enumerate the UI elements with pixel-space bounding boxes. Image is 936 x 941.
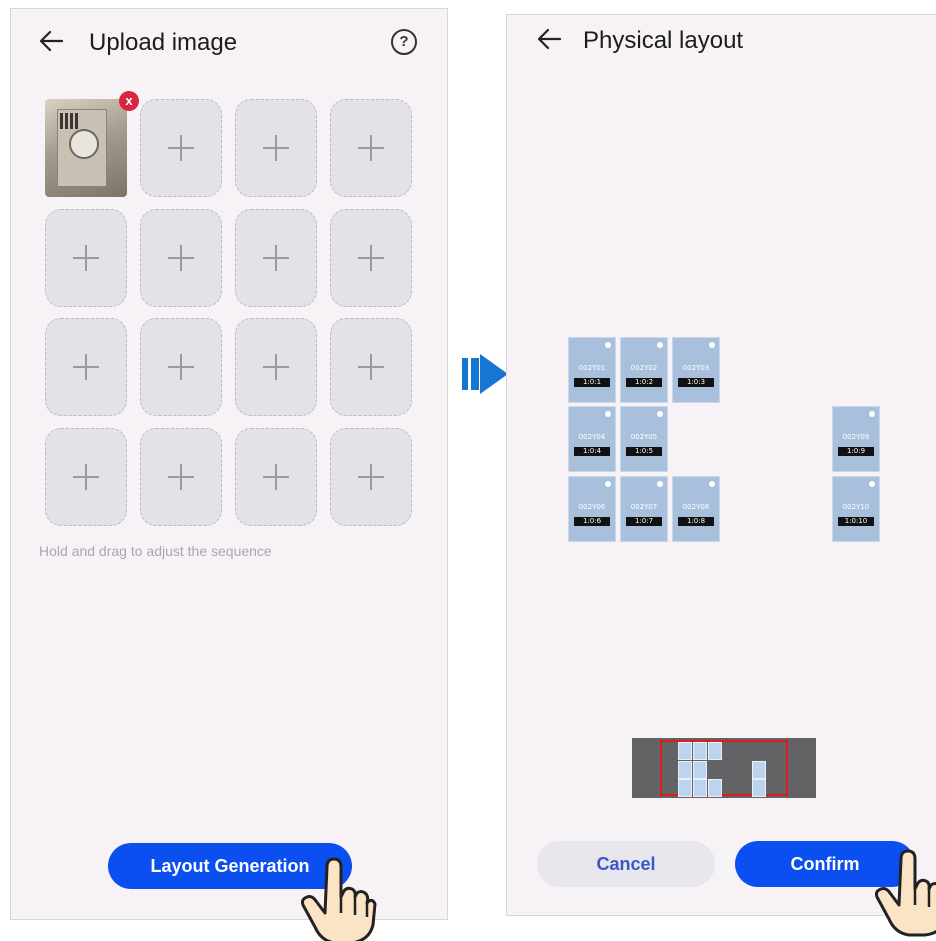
panel-id-label: 002Y07: [630, 503, 658, 511]
layout-panel[interactable]: 002Y01 1:0:1: [568, 337, 616, 403]
plus-icon: [168, 245, 194, 271]
panel-status-dot: [605, 481, 611, 487]
minimap-panel-cell: [708, 779, 722, 797]
minimap-panel-cell: [678, 742, 692, 760]
add-image-tile[interactable]: [235, 428, 317, 526]
panel-status-dot: [605, 411, 611, 417]
layout-panel[interactable]: 002Y08 1:0:8: [672, 476, 720, 542]
add-image-tile[interactable]: [45, 428, 127, 526]
minimap-panel-cell: [752, 779, 766, 797]
plus-icon: [358, 135, 384, 161]
layout-panel[interactable]: 002Y07 1:0:7: [620, 476, 668, 542]
panel-id-label: 002Y10: [842, 503, 870, 511]
panel-position-label: 1:0:8: [678, 517, 714, 526]
panel-id-label: 002Y03: [682, 364, 710, 372]
plus-icon: [168, 464, 194, 490]
page-title: Physical layout: [583, 27, 744, 54]
add-image-tile[interactable]: [140, 99, 222, 197]
panel-position-label: 1:0:10: [838, 517, 874, 526]
layout-panel[interactable]: 002Y09 1:0:9: [832, 406, 880, 472]
plus-icon: [263, 464, 289, 490]
upload-image-screen: Upload image ? x Hold and drag to adjust…: [10, 8, 448, 941]
minimap-panel-cell: [693, 779, 707, 797]
add-image-tile[interactable]: [45, 318, 127, 416]
layout-panel[interactable]: 002Y03 1:0:3: [672, 337, 720, 403]
panel-id-label: 002Y08: [682, 503, 710, 511]
plus-icon: [73, 354, 99, 380]
layout-panel[interactable]: 002Y06 1:0:6: [568, 476, 616, 542]
minimap-panel-cell: [708, 742, 722, 760]
add-image-tile[interactable]: [235, 209, 317, 307]
plus-icon: [263, 245, 289, 271]
add-image-tile[interactable]: [45, 209, 127, 307]
panel-status-dot: [657, 411, 663, 417]
tap-hand-icon: [875, 849, 936, 937]
add-image-tile[interactable]: [330, 209, 412, 307]
plus-icon: [358, 354, 384, 380]
plus-icon: [73, 245, 99, 271]
panel-position-label: 1:0:2: [626, 378, 662, 387]
plus-icon: [358, 245, 384, 271]
add-image-tile[interactable]: [330, 99, 412, 197]
sequence-hint: Hold and drag to adjust the sequence: [39, 543, 272, 559]
panel-position-label: 1:0:6: [574, 517, 610, 526]
panel-position-label: 1:0:9: [838, 447, 874, 456]
minimap-panel-cell: [678, 761, 692, 779]
panel-status-dot: [657, 481, 663, 487]
plus-icon: [73, 464, 99, 490]
panel-status-dot: [709, 342, 715, 348]
cancel-button[interactable]: Cancel: [537, 841, 715, 887]
remove-badge-icon[interactable]: x: [119, 91, 139, 111]
minimap-panel-cell: [752, 761, 766, 779]
add-image-tile[interactable]: [330, 428, 412, 526]
panel-position-label: 1:0:4: [574, 447, 610, 456]
panel-position-label: 1:0:5: [626, 447, 662, 456]
plus-icon: [168, 135, 194, 161]
layout-panel[interactable]: 002Y04 1:0:4: [568, 406, 616, 472]
panel-id-label: 002Y02: [630, 364, 658, 372]
panel-position-label: 1:0:1: [574, 378, 610, 387]
panel-status-dot: [605, 342, 611, 348]
add-image-tile[interactable]: [140, 209, 222, 307]
back-arrow-icon[interactable]: [37, 27, 65, 55]
layout-minimap[interactable]: [632, 738, 816, 798]
uploaded-image-thumbnail[interactable]: [45, 99, 127, 197]
panel-id-label: 002Y06: [578, 503, 606, 511]
panel-position-label: 1:0:3: [678, 378, 714, 387]
panel-status-dot: [657, 342, 663, 348]
tap-hand-icon: [301, 857, 377, 941]
panel-id-label: 002Y09: [842, 433, 870, 441]
minimap-panel-cell: [693, 761, 707, 779]
add-image-tile[interactable]: [235, 99, 317, 197]
plus-icon: [358, 464, 384, 490]
add-image-tile[interactable]: [140, 428, 222, 526]
upload-header: Upload image ?: [11, 9, 447, 73]
panel-position-label: 1:0:7: [626, 517, 662, 526]
plus-icon: [263, 135, 289, 161]
minimap-panel-cell: [693, 742, 707, 760]
plus-icon: [168, 354, 194, 380]
panel-status-dot: [869, 411, 875, 417]
add-image-tile[interactable]: [330, 318, 412, 416]
minimap-panel-cell: [678, 779, 692, 797]
panel-status-dot: [869, 481, 875, 487]
panel-id-label: 002Y05: [630, 433, 658, 441]
panel-id-label: 002Y04: [578, 433, 606, 441]
next-step-arrow-icon: [462, 354, 508, 394]
plus-icon: [263, 354, 289, 380]
layout-panel[interactable]: 002Y02 1:0:2: [620, 337, 668, 403]
layout-panel[interactable]: 002Y10 1:0:10: [832, 476, 880, 542]
back-arrow-icon[interactable]: [535, 25, 563, 53]
layout-panel[interactable]: 002Y05 1:0:5: [620, 406, 668, 472]
help-circle-icon[interactable]: ?: [391, 29, 417, 55]
add-image-tile[interactable]: [235, 318, 317, 416]
panel-status-dot: [709, 481, 715, 487]
page-title: Upload image: [89, 29, 238, 56]
layout-header: Physical layout: [507, 15, 936, 79]
add-image-tile[interactable]: [140, 318, 222, 416]
uploaded-image-tile[interactable]: x: [45, 91, 139, 197]
panel-id-label: 002Y01: [578, 364, 606, 372]
